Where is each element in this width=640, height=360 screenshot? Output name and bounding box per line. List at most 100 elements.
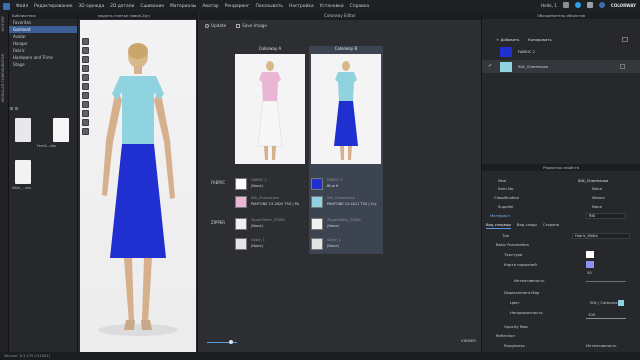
grid-icon[interactable] <box>562 2 569 8</box>
render-tool-icon[interactable] <box>82 110 89 117</box>
name-value[interactable]: Silk_Charmeuse <box>578 177 608 184</box>
colorway-a-row[interactable]: Silk_Charmeuse PANTONE 13-2820 TSX | Pa <box>233 194 307 208</box>
user-greeting[interactable]: Hello, 1 <box>541 3 557 8</box>
menu-edit[interactable]: Редактирование <box>34 4 72 9</box>
normal-map-label[interactable]: Карта нормалей <box>504 261 537 268</box>
colorway-a-column[interactable]: Colorway A FABRIC 2 (None) Silk_Charmeus… <box>233 46 307 252</box>
edit-icon[interactable] <box>620 64 625 69</box>
menu-2d-pattern[interactable]: 2D детали <box>110 4 134 9</box>
avatar-tool-icon[interactable] <box>82 83 89 90</box>
color-swatch[interactable] <box>311 218 323 230</box>
display-tool-icon[interactable] <box>82 119 89 126</box>
menu-help[interactable]: Справка <box>350 4 369 9</box>
tab-side[interactable]: Сторона <box>543 221 559 229</box>
menu-3d-garment[interactable]: 3D одежда <box>78 4 104 9</box>
color-swatch[interactable] <box>311 196 323 208</box>
garment-thumb-female[interactable] <box>15 118 31 142</box>
viewport-3d[interactable]: модель платье новое.Zprj <box>78 12 198 359</box>
menu-render[interactable]: Рендеринг <box>225 4 250 9</box>
colorway-b-row[interactable]: FABRIC 2 Blue 6 <box>309 176 383 190</box>
colorway-b-row[interactable]: ZipperTeeth_31584 (None) <box>309 216 383 230</box>
library-item-hanger[interactable]: Hanger <box>9 40 77 47</box>
library-item-fabric[interactable]: Fabric <box>9 47 77 54</box>
library-item-favorites[interactable]: Favorites <box>9 19 77 26</box>
type-value[interactable]: Fabric_Matte <box>572 233 630 239</box>
menu-preferences[interactable]: Установки <box>320 4 344 9</box>
menu-sewing[interactable]: Сшивание <box>140 4 164 9</box>
thumb-view-icon[interactable] <box>15 107 18 110</box>
normal-map-swatch[interactable] <box>586 261 594 268</box>
tab-front[interactable]: Вид спереди <box>486 221 511 229</box>
update-button[interactable]: Update <box>205 23 226 28</box>
colorway-a-row[interactable]: Slider_1 (None) <box>233 236 307 250</box>
history-tab[interactable]: HISTORY <box>1 16 5 32</box>
normal-value[interactable]: 50 <box>587 269 592 276</box>
scene-canvas[interactable] <box>80 20 196 359</box>
texture-label[interactable]: Текстура <box>504 251 522 258</box>
color-swatch[interactable] <box>235 196 247 208</box>
colorway-b-column[interactable]: Colorway B FABRIC 2 Blue 6 Silk_Charmeus… <box>309 46 383 254</box>
list-view-icon[interactable] <box>10 107 13 110</box>
copy-button[interactable]: Копировать <box>528 36 552 43</box>
pattern-tool-icon[interactable] <box>82 101 89 108</box>
library-item-garment[interactable]: Garment <box>9 26 77 33</box>
camera-tool-icon[interactable] <box>82 74 89 81</box>
displacement-map-label[interactable]: Displacement Map <box>504 289 539 296</box>
garment-thumb-male[interactable] <box>15 160 31 184</box>
add-button[interactable]: + Добавить <box>496 36 520 43</box>
colorway-b-title[interactable]: Colorway B <box>309 46 383 52</box>
chat-icon[interactable] <box>586 2 593 8</box>
filter-icon[interactable] <box>622 37 628 42</box>
library-item-avatar[interactable]: Avatar <box>9 33 77 40</box>
basic-params-section[interactable]: Basic Parameters <box>496 241 529 248</box>
select-tool-icon[interactable] <box>82 38 89 45</box>
classification-value[interactable]: Woven <box>592 194 605 201</box>
save-image-button[interactable]: Save Image <box>236 23 267 28</box>
color-value[interactable]: Silk | Carbonia <box>590 299 617 306</box>
colorway-a-row[interactable]: FABRIC 2 (None) <box>233 176 307 190</box>
color-swatch[interactable] <box>235 238 247 250</box>
menu-settings[interactable]: Настройка <box>289 4 314 9</box>
roughness-label[interactable]: Roughness <box>504 342 525 349</box>
color-swatch[interactable] <box>311 238 323 250</box>
library-item-hardware[interactable]: Hardware and Trims <box>9 54 77 61</box>
twitter-icon[interactable] <box>574 2 581 8</box>
pin-tool-icon[interactable] <box>82 56 89 63</box>
library-item-stage[interactable]: Stage <box>9 61 77 68</box>
menu-file[interactable]: Файл <box>16 4 28 9</box>
zoom-slider-handle[interactable] <box>229 340 233 344</box>
color-swatch[interactable] <box>235 218 247 230</box>
move-tool-icon[interactable] <box>82 47 89 54</box>
fold-tool-icon[interactable] <box>82 65 89 72</box>
texture-swatch[interactable] <box>586 251 594 258</box>
opacity-slider[interactable] <box>586 318 626 319</box>
object-item-selected[interactable]: ✓ Silk_Charmeuse <box>482 60 640 73</box>
garment-thumb-shirt[interactable] <box>53 118 69 142</box>
color-swatch[interactable] <box>311 178 323 190</box>
tab-back[interactable]: Вид сзади <box>517 221 537 229</box>
viewport-tab[interactable]: модель платье новое.Zprj <box>78 12 197 19</box>
supplier-value[interactable]: None <box>592 203 602 210</box>
opacity-value[interactable]: 100 <box>588 311 595 318</box>
texture-tool-icon[interactable] <box>82 92 89 99</box>
colorway-a-row[interactable]: ZipperTeeth_31584 (None) <box>233 216 307 230</box>
item-no-value[interactable]: None <box>592 185 602 192</box>
menu-materials[interactable]: Материалы <box>170 4 196 9</box>
opacity-map-label[interactable]: Opacity Map <box>504 323 528 330</box>
modular-configurator-tab[interactable]: MODULAR CONFIGURATOR <box>1 54 5 102</box>
material-value[interactable]: RIB <box>586 213 626 219</box>
colorway-b-row[interactable]: Slider_1 (None) <box>309 236 383 250</box>
reflection-section[interactable]: Reflection <box>496 332 515 339</box>
classification-label[interactable]: Classification <box>494 194 519 201</box>
material-section[interactable]: Материал <box>490 212 510 219</box>
color-swatch[interactable] <box>235 178 247 190</box>
object-item[interactable]: FABRIC 2 <box>482 45 640 58</box>
color-swatch[interactable] <box>618 300 624 306</box>
menu-display[interactable]: Показывать <box>255 4 283 9</box>
colorway-b-row[interactable]: Silk_Charmeuse PANTONE 13-4411 TSX | Cry <box>309 194 383 208</box>
intensity-slider[interactable] <box>586 281 626 282</box>
viewer-label[interactable]: VIEWER <box>461 338 476 343</box>
simulation-tool-icon[interactable] <box>82 128 89 135</box>
menu-avatar[interactable]: Аватар <box>202 4 218 9</box>
colorway-a-title[interactable]: Colorway A <box>233 46 307 52</box>
